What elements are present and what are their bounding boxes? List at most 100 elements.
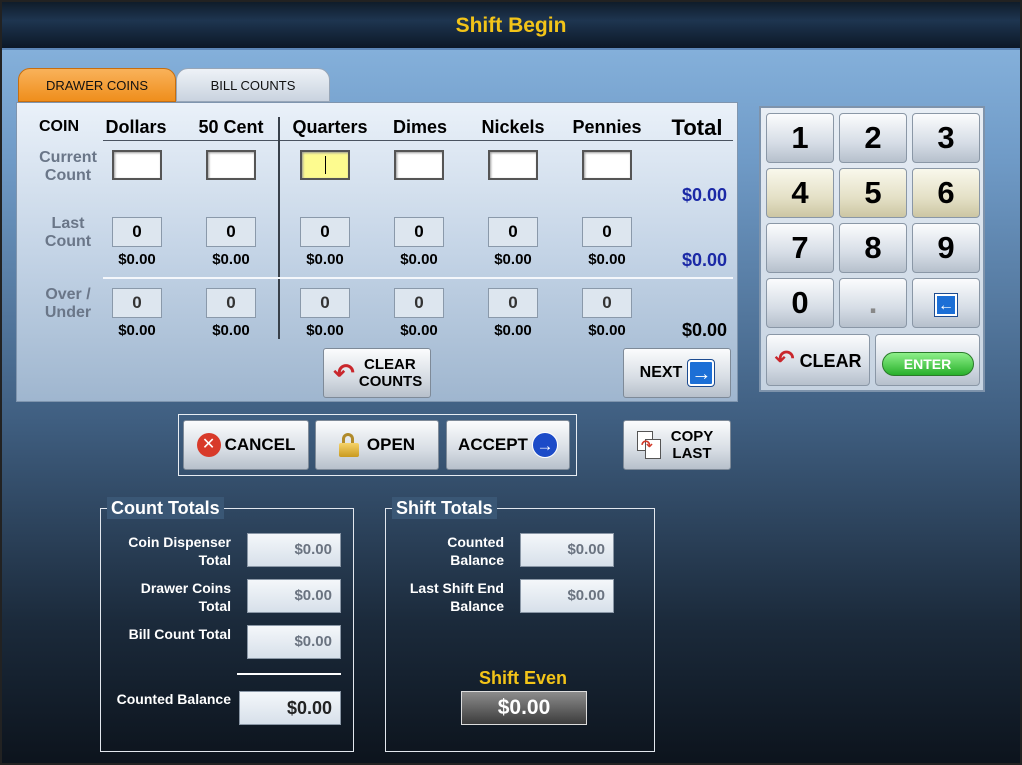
- last-count-total: $0.00: [681, 250, 727, 270]
- counted-balance-label: Counted Balance: [116, 691, 231, 707]
- column-divider: [278, 117, 280, 339]
- keypad-clear-label: CLEAR: [799, 351, 862, 371]
- right-arrow-icon: →: [688, 360, 715, 386]
- last-amount-50-cent: $0.00: [212, 251, 250, 268]
- accept-arrow-icon: →: [531, 432, 558, 458]
- key-6[interactable]: 6: [912, 168, 980, 218]
- count-totals-divider: [237, 673, 341, 675]
- current-count-quarters-input[interactable]: [300, 150, 350, 180]
- next-button[interactable]: NEXT →: [623, 348, 731, 398]
- key-7[interactable]: 7: [766, 223, 834, 273]
- shift-totals-group: Shift Totals Counted Balance $0.00 Last …: [385, 497, 655, 752]
- col-pennies: Pennies: [572, 117, 642, 137]
- shift-status-value: $0.00: [461, 691, 587, 725]
- over-count-dollars: 0: [112, 288, 162, 318]
- current-count-total: $0.00: [681, 185, 727, 205]
- over-amount-pennies: $0.00: [588, 322, 626, 339]
- over-count-quarters: 0: [300, 288, 350, 318]
- open-label: OPEN: [366, 435, 416, 454]
- col-50-cent: 50 Cent: [198, 117, 264, 137]
- backspace-icon: ←: [935, 293, 957, 316]
- over-count-pennies: 0: [582, 288, 632, 318]
- key-0[interactable]: 0: [766, 278, 834, 328]
- over-amount-dollars: $0.00: [118, 322, 156, 339]
- copy-document-icon: ↷: [637, 431, 661, 459]
- current-count-dollars-input[interactable]: [112, 150, 162, 180]
- key-9[interactable]: 9: [912, 223, 980, 273]
- coin-dispenser-total-value: $0.00: [247, 533, 341, 567]
- window-title: Shift Begin: [2, 2, 1020, 50]
- drawer-coins-total-value: $0.00: [247, 579, 341, 613]
- copy-last-button[interactable]: ↷ COPY LAST: [623, 420, 731, 470]
- backspace-key[interactable]: ←: [912, 278, 980, 328]
- shift-counted-balance-value: $0.00: [520, 533, 614, 567]
- col-nickels: Nickels: [481, 117, 545, 137]
- last-amount-nickels: $0.00: [494, 251, 532, 268]
- cancel-x-icon: ✕: [196, 433, 221, 457]
- undo-arrow-icon: ↶: [774, 346, 795, 373]
- last-count-pennies: 0: [582, 217, 632, 247]
- last-count-quarters: 0: [300, 217, 350, 247]
- over-amount-dimes: $0.00: [400, 322, 438, 339]
- accept-button[interactable]: ACCEPT →: [446, 420, 570, 470]
- bill-count-total-value: $0.00: [247, 625, 341, 659]
- col-total: Total: [671, 115, 723, 140]
- undo-arrow-icon: ↶: [333, 357, 355, 388]
- last-count-dimes: 0: [394, 217, 444, 247]
- last-shift-end-balance-value: $0.00: [520, 579, 614, 613]
- key-3[interactable]: 3: [912, 113, 980, 163]
- key-8[interactable]: 8: [839, 223, 907, 273]
- last-amount-quarters: $0.00: [306, 251, 344, 268]
- last-amount-pennies: $0.00: [588, 251, 626, 268]
- over-count-nickels: 0: [488, 288, 538, 318]
- clear-counts-button[interactable]: ↶ CLEAR COUNTS: [323, 348, 431, 398]
- clear-counts-label: CLEAR COUNTS: [358, 356, 423, 390]
- key-decimal[interactable]: .: [839, 278, 907, 328]
- over-under-divider: [103, 277, 733, 279]
- drawer-coins-panel: COIN Dollars 50 Cent Quarters Dimes Nick…: [16, 102, 738, 402]
- last-amount-dollars: $0.00: [118, 251, 156, 268]
- tab-bill-counts[interactable]: BILL COUNTS: [176, 68, 330, 102]
- row-label-over-under: Over / Under: [44, 286, 92, 321]
- current-count-50-cent-input[interactable]: [206, 150, 256, 180]
- copy-last-label: COPY LAST: [670, 428, 714, 462]
- current-count-nickels-input[interactable]: [488, 150, 538, 180]
- over-amount-nickels: $0.00: [494, 322, 532, 339]
- over-count-dimes: 0: [394, 288, 444, 318]
- header-divider: [103, 140, 733, 141]
- keypad-clear-button[interactable]: ↶ CLEAR: [766, 334, 870, 386]
- padlock-icon: [338, 433, 359, 457]
- open-button[interactable]: OPEN: [315, 420, 439, 470]
- over-amount-quarters: $0.00: [306, 322, 344, 339]
- coin-header: COIN: [39, 118, 79, 135]
- counted-balance-value: $0.00: [239, 691, 341, 725]
- tab-drawer-coins[interactable]: DRAWER COINS: [18, 68, 176, 102]
- count-totals-group: Count Totals Coin Dispenser Total $0.00 …: [100, 497, 354, 752]
- key-5[interactable]: 5: [839, 168, 907, 218]
- over-amount-50-cent: $0.00: [212, 322, 250, 339]
- key-1[interactable]: 1: [766, 113, 834, 163]
- current-count-dimes-input[interactable]: [394, 150, 444, 180]
- cancel-button[interactable]: ✕ CANCEL: [183, 420, 309, 470]
- count-totals-title: Count Totals: [107, 497, 224, 519]
- over-count-50-cent: 0: [206, 288, 256, 318]
- key-4[interactable]: 4: [766, 168, 834, 218]
- cancel-label: CANCEL: [224, 435, 296, 454]
- current-count-pennies-input[interactable]: [582, 150, 632, 180]
- keypad-enter-button[interactable]: ENTER: [875, 334, 980, 386]
- accept-label: ACCEPT: [458, 435, 528, 454]
- numeric-keypad: 1 2 3 4 5 6 7 8 9 0 . ← ↶ CLEAR ENTER: [759, 106, 985, 392]
- col-dimes: Dimes: [392, 117, 448, 137]
- over-under-total: $0.00: [681, 320, 727, 340]
- next-label: NEXT: [639, 364, 683, 381]
- last-shift-end-balance-label: Last Shift End Balance: [409, 580, 504, 614]
- last-count-dollars: 0: [112, 217, 162, 247]
- col-quarters: Quarters: [292, 117, 368, 137]
- key-2[interactable]: 2: [839, 113, 907, 163]
- last-amount-dimes: $0.00: [400, 251, 438, 268]
- drawer-coins-total-label: Drawer Coins Total: [140, 580, 231, 614]
- keypad-enter-label: ENTER: [881, 352, 974, 376]
- shift-begin-window: Shift Begin DRAWER COINS BILL COUNTS COI…: [0, 0, 1022, 765]
- shift-counted-balance-label: Counted Balance: [447, 534, 504, 568]
- coin-dispenser-total-label: Coin Dispenser Total: [128, 534, 231, 568]
